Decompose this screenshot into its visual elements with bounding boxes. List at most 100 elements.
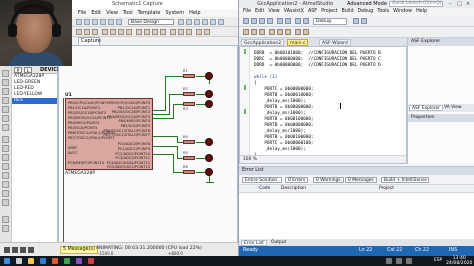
led[interactable] (205, 90, 213, 98)
block-move-icon[interactable] (110, 29, 116, 35)
continue-icon[interactable] (243, 29, 249, 35)
current-probe-icon[interactable] (2, 190, 9, 197)
ide-menu-asf[interactable]: ASF (308, 8, 317, 16)
block-delete-icon[interactable] (126, 29, 132, 35)
search-icon[interactable] (16, 258, 22, 264)
minimize-icon[interactable]: – (449, 0, 452, 8)
voltage-probe-icon[interactable] (2, 181, 9, 188)
resistor[interactable] (183, 92, 195, 96)
pin-icon[interactable] (2, 145, 9, 152)
make-device-icon[interactable] (144, 29, 150, 35)
code-line[interactable]: while (1) (254, 75, 277, 81)
pick-device-icon[interactable] (136, 29, 142, 35)
menu-system[interactable]: System (165, 9, 184, 17)
ide-menu-file[interactable]: File (243, 8, 251, 16)
save-all-icon[interactable] (267, 18, 273, 24)
library-button[interactable]: L (24, 67, 32, 73)
led[interactable] (205, 138, 213, 146)
pause-icon[interactable] (20, 247, 26, 253)
scope-combo[interactable]: Entire Solution (242, 177, 282, 183)
find-icon[interactable] (361, 18, 367, 24)
file-explorer-icon[interactable] (28, 258, 34, 264)
block-rotate-icon[interactable] (118, 29, 124, 35)
comment-icon[interactable] (303, 29, 309, 35)
stop-debugging-icon[interactable] (259, 29, 265, 35)
step-over-icon[interactable] (277, 29, 283, 35)
copy-icon[interactable] (84, 29, 90, 35)
led[interactable] (205, 100, 213, 108)
zoom-area-icon[interactable] (202, 19, 208, 25)
menu-edit[interactable]: Edit (91, 9, 101, 17)
property-icon[interactable] (186, 29, 192, 35)
led[interactable] (205, 168, 213, 176)
junction-icon[interactable] (2, 88, 9, 95)
bus-icon[interactable] (2, 115, 9, 122)
resistor[interactable] (183, 170, 195, 174)
break-all-icon[interactable] (251, 29, 257, 35)
ide-menu-project[interactable]: Project (321, 8, 337, 16)
menu-help[interactable]: Help (189, 9, 200, 17)
zoom-in-icon[interactable] (178, 19, 184, 25)
tab-main-c[interactable]: main.c (287, 39, 309, 46)
build-icon[interactable] (295, 18, 301, 24)
tab-asf-wizard[interactable]: ASF Wizard (319, 39, 351, 46)
advanced-mode-label[interactable]: Advanced Mode (347, 0, 387, 8)
zoom-level[interactable]: 100 % (240, 155, 406, 163)
chrome-icon[interactable] (52, 258, 58, 264)
graph-icon[interactable] (2, 154, 9, 161)
stop-icon[interactable] (28, 247, 34, 253)
wire-label-icon[interactable] (2, 97, 9, 104)
virtual-instrument-icon[interactable] (2, 199, 9, 206)
undo-icon[interactable] (277, 18, 283, 24)
play-icon[interactable] (4, 247, 10, 253)
clock[interactable]: 13:40 24/08/2020 (446, 256, 472, 266)
open-icon[interactable] (84, 19, 90, 25)
undo-icon[interactable] (210, 19, 216, 25)
subcircuit-icon[interactable] (2, 124, 9, 131)
new-project-icon[interactable] (243, 18, 249, 24)
package-icon[interactable] (152, 29, 158, 35)
design-combo[interactable]: Base Design (128, 19, 174, 25)
recording-icon[interactable] (88, 258, 94, 264)
rotate-cw-icon[interactable] (2, 216, 9, 223)
resistor[interactable] (183, 74, 195, 78)
start-debugging-icon[interactable] (303, 18, 309, 24)
step-icon[interactable] (12, 247, 18, 253)
code-line[interactable]: _delay_ms(1000); (254, 147, 305, 153)
battery-icon[interactable] (406, 258, 412, 264)
home-icon[interactable] (116, 19, 122, 25)
network-icon[interactable] (386, 258, 392, 264)
tab-va-view[interactable]: VA View (442, 105, 464, 111)
column-header[interactable]: Code (255, 185, 277, 192)
code-editor[interactable]: DDRB = 0b00101000; //CONFIGURACION DEL P… (239, 46, 407, 164)
block-copy-icon[interactable] (102, 29, 108, 35)
zoom-out-icon[interactable] (186, 19, 192, 25)
netlist-icon[interactable] (196, 29, 202, 35)
code-line[interactable]: DDRD = 0b00000000; //CONFIGURACION DEL P… (254, 63, 381, 69)
volume-icon[interactable] (396, 258, 402, 264)
led[interactable] (205, 72, 213, 80)
tab-asf-explorer[interactable]: ASF Explorer (409, 105, 443, 111)
atmel-studio-icon[interactable] (76, 258, 82, 264)
new-icon[interactable] (76, 19, 82, 25)
selection-mode-icon[interactable] (2, 70, 9, 77)
menu-template[interactable]: Template (138, 9, 161, 17)
start-icon[interactable] (4, 258, 10, 264)
hex-display-icon[interactable] (295, 29, 301, 35)
zoom-all-icon[interactable] (194, 19, 200, 25)
text-script-icon[interactable] (2, 106, 9, 113)
proteus-icon[interactable] (64, 258, 70, 264)
device-programming-icon[interactable] (353, 18, 359, 24)
messages-badge[interactable]: 5 Message(s) (60, 246, 98, 254)
resistor[interactable] (183, 156, 195, 160)
messages-filter-button[interactable]: 0 Messages (345, 177, 377, 183)
atmega328p-chip[interactable]: PB0/ICP1/CLKO/PCINT0 PB1/OC1A/PCINT1 PB2/S… (65, 98, 153, 170)
resistor[interactable] (183, 140, 195, 144)
print-icon[interactable] (100, 19, 106, 25)
ide-menu-help[interactable]: Help (416, 8, 427, 16)
resistor[interactable] (183, 102, 195, 106)
column-header[interactable]: Project (375, 185, 415, 192)
tape-icon[interactable] (2, 163, 9, 170)
step-out-icon[interactable] (285, 29, 291, 35)
terminal-icon[interactable] (2, 136, 9, 143)
